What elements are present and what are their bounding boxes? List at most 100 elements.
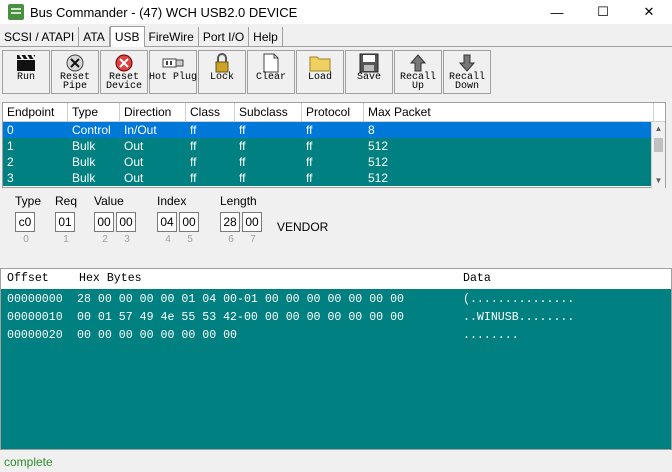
hex-bytes: 28 00 00 00 00 01 04 00-01 00 00 00 00 0… bbox=[77, 293, 404, 306]
folder-icon bbox=[309, 53, 331, 73]
cell-direction: Out bbox=[124, 171, 144, 185]
cell-endpoint: 1 bbox=[7, 139, 14, 153]
index-high-byte-input[interactable]: 00 bbox=[179, 212, 199, 232]
run-label: Run bbox=[16, 72, 35, 83]
cell-class: ff bbox=[190, 155, 197, 169]
load-label: Load bbox=[307, 72, 332, 83]
recall-down-button[interactable]: Recall Down bbox=[443, 50, 491, 94]
clear-button[interactable]: Clear bbox=[247, 50, 295, 94]
data-header: Data bbox=[463, 272, 491, 285]
hex-row[interactable]: 00000020 00 00 00 00 00 00 00 00 .......… bbox=[1, 327, 671, 345]
minimize-button[interactable]: — bbox=[534, 0, 580, 24]
column-max-packet[interactable]: Max Packet bbox=[364, 103, 654, 121]
save-button[interactable]: Save bbox=[345, 50, 393, 94]
status-text: complete bbox=[4, 455, 53, 469]
req-byte-input[interactable]: 01 bbox=[55, 212, 75, 232]
hot-plug-button[interactable]: Hot Plug bbox=[149, 50, 197, 94]
cell-protocol: ff bbox=[306, 171, 313, 185]
table-row[interactable]: 3 Bulk Out ff ff ff 512 bbox=[3, 170, 665, 186]
cell-max-packet: 8 bbox=[368, 123, 375, 137]
cell-class: ff bbox=[190, 171, 197, 185]
cell-protocol: ff bbox=[306, 123, 313, 137]
cell-subclass: ff bbox=[239, 155, 246, 169]
cell-direction: Out bbox=[124, 155, 144, 169]
tab-firewire[interactable]: FireWire bbox=[144, 27, 199, 46]
table-row[interactable]: 1 Bulk Out ff ff ff 512 bbox=[3, 138, 665, 154]
endpoint-list[interactable]: Endpoint Type Direction Class Subclass P… bbox=[2, 102, 666, 188]
reset-device-button[interactable]: Reset Device bbox=[100, 50, 148, 94]
cell-direction: In/Out bbox=[124, 123, 157, 137]
arrow-down-icon bbox=[456, 53, 478, 73]
endpoint-list-scrollbar[interactable]: ▲ ▼ bbox=[651, 122, 665, 188]
tab-usb[interactable]: USB bbox=[109, 26, 145, 47]
endpoint-list-header: Endpoint Type Direction Class Subclass P… bbox=[3, 103, 665, 122]
hex-row[interactable]: 00000010 00 01 57 49 4e 55 53 42-00 00 0… bbox=[1, 309, 671, 327]
load-button[interactable]: Load bbox=[296, 50, 344, 94]
app-icon bbox=[8, 4, 24, 20]
value-low-byte-input[interactable]: 00 bbox=[94, 212, 114, 232]
column-direction[interactable]: Direction bbox=[120, 103, 186, 121]
toolbar: Run Reset Pipe Reset Device Hot Plug Loc… bbox=[2, 50, 492, 96]
cell-type: Bulk bbox=[72, 139, 96, 153]
column-endpoint[interactable]: Endpoint bbox=[3, 103, 68, 121]
index-label: Index bbox=[157, 194, 187, 208]
title-bar: Bus Commander - (47) WCH USB2.0 DEVICE —… bbox=[0, 0, 672, 24]
scroll-thumb[interactable] bbox=[654, 138, 663, 152]
column-subclass[interactable]: Subclass bbox=[235, 103, 302, 121]
clapperboard-icon bbox=[15, 53, 37, 73]
hex-ascii: ........ bbox=[463, 329, 519, 342]
length-field-group: Length 28 00 6 7 bbox=[220, 194, 264, 245]
req-field-group: Req 01 1 bbox=[55, 194, 77, 245]
cell-type: Control bbox=[72, 123, 111, 137]
table-row[interactable]: 0 Control In/Out ff ff ff 8 bbox=[3, 122, 665, 138]
hex-bytes: 00 00 00 00 00 00 00 00 bbox=[77, 329, 238, 342]
length-low-byte-input[interactable]: 28 bbox=[220, 212, 240, 232]
index-low-byte-input[interactable]: 04 bbox=[157, 212, 177, 232]
cell-type: Bulk bbox=[72, 155, 96, 169]
cell-max-packet: 512 bbox=[368, 139, 389, 153]
cell-protocol: ff bbox=[306, 139, 313, 153]
byte-index: 3 bbox=[124, 234, 130, 245]
tab-ata[interactable]: ATA bbox=[79, 27, 110, 46]
cell-subclass: ff bbox=[239, 139, 246, 153]
column-type[interactable]: Type bbox=[68, 103, 120, 121]
type-byte-input[interactable]: c0 bbox=[15, 212, 35, 232]
hex-ascii: ..WINUSB........ bbox=[463, 311, 575, 324]
byte-index: 6 bbox=[228, 234, 234, 245]
lock-icon bbox=[211, 53, 233, 73]
hex-view-header: Offset Hex Bytes Data bbox=[1, 269, 671, 289]
tab-help[interactable]: Help bbox=[249, 27, 283, 46]
length-high-byte-input[interactable]: 00 bbox=[242, 212, 262, 232]
request-type-label: VENDOR bbox=[277, 220, 329, 234]
reset-pipe-button[interactable]: Reset Pipe bbox=[51, 50, 99, 94]
lock-button[interactable]: Lock bbox=[198, 50, 246, 94]
lock-label: Lock bbox=[209, 72, 234, 83]
cell-direction: Out bbox=[124, 139, 144, 153]
recall-up-button[interactable]: Recall Up bbox=[394, 50, 442, 94]
value-field-group: Value 00 00 2 3 bbox=[94, 194, 138, 245]
cell-type: Bulk bbox=[72, 171, 96, 185]
hex-offset: 00000000 bbox=[7, 293, 63, 306]
hot-plug-label: Hot Plug bbox=[149, 72, 198, 83]
cell-subclass: ff bbox=[239, 171, 246, 185]
scroll-down-icon[interactable]: ▼ bbox=[652, 174, 665, 188]
close-button[interactable]: ✕ bbox=[626, 0, 672, 24]
column-protocol[interactable]: Protocol bbox=[302, 103, 364, 121]
tab-bar: SCSI / ATAPI ATA USB FireWire Port I/O H… bbox=[0, 26, 672, 47]
table-row[interactable]: 2 Bulk Out ff ff ff 512 bbox=[3, 154, 665, 170]
run-button[interactable]: Run bbox=[2, 50, 50, 94]
hex-row[interactable]: 00000000 28 00 00 00 00 01 04 00-01 00 0… bbox=[1, 291, 671, 309]
byte-index: 0 bbox=[23, 234, 29, 245]
cell-protocol: ff bbox=[306, 155, 313, 169]
tab-scsi-atapi[interactable]: SCSI / ATAPI bbox=[0, 27, 80, 46]
scroll-up-icon[interactable]: ▲ bbox=[652, 122, 665, 136]
value-high-byte-input[interactable]: 00 bbox=[116, 212, 136, 232]
byte-index: 4 bbox=[165, 234, 171, 245]
index-field-group: Index 04 00 4 5 bbox=[157, 194, 201, 245]
column-class[interactable]: Class bbox=[186, 103, 235, 121]
length-label: Length bbox=[220, 194, 257, 208]
usb-plug-icon bbox=[162, 53, 184, 73]
maximize-button[interactable]: ☐ bbox=[580, 0, 626, 24]
tab-port-io[interactable]: Port I/O bbox=[198, 27, 250, 46]
hex-view[interactable]: Offset Hex Bytes Data 00000000 28 00 00 … bbox=[0, 268, 672, 450]
